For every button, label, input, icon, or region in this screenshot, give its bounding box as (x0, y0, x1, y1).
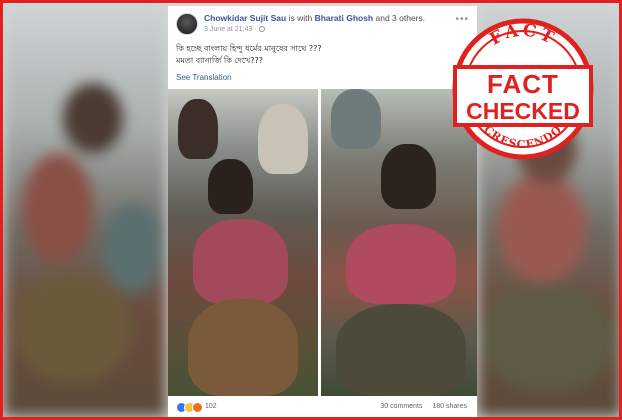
tagged-person[interactable]: Bharati Ghosh (315, 13, 374, 23)
post-photos[interactable] (168, 89, 477, 396)
blurred-left-panel (3, 3, 167, 417)
see-translation-link[interactable]: See Translation (176, 73, 232, 82)
post-timestamp[interactable]: 3 June at 21:43 · (204, 26, 265, 33)
and-others[interactable]: and 3 others. (376, 13, 426, 23)
angry-icon (192, 402, 203, 413)
avatar[interactable] (176, 13, 198, 35)
author-line: Chowkidar Sujit Sau is with Bharati Ghos… (204, 13, 425, 23)
with-text: is with (288, 13, 313, 23)
reactions-bar: 102 30 comments 180 shares (168, 399, 477, 417)
author-name[interactable]: Chowkidar Sujit Sau (204, 13, 286, 23)
stamp-checked: CHECKED (466, 98, 580, 124)
image-frame: Chowkidar Sujit Sau is with Bharati Ghos… (0, 0, 622, 420)
post-date: 3 June at 21:43 · (204, 26, 257, 33)
facebook-post: Chowkidar Sujit Sau is with Bharati Ghos… (168, 6, 477, 417)
engagement-counts: 30 comments 180 shares (380, 403, 467, 410)
comments-count[interactable]: 30 comments (380, 403, 422, 410)
fact-checked-stamp: FACT FACT CHECKED CRESCENDO (451, 10, 595, 168)
post-header: Chowkidar Sujit Sau is with Bharati Ghos… (168, 6, 477, 40)
shares-count[interactable]: 180 shares (432, 403, 467, 410)
post-text-line-2: মমতা ব্যানার্জি কি দেখে??? (176, 56, 264, 65)
post-text: কি হচ্ছে বাংলায় হিন্দু ধর্মের মানুষের স… (176, 43, 466, 67)
reaction-count[interactable]: 102 (205, 403, 217, 410)
globe-icon (258, 26, 265, 32)
stamp-fact: FACT (487, 69, 559, 99)
post-text-line-1: কি হচ্ছে বাংলায় হিন্দু ধর্মের মানুষের স… (176, 44, 322, 53)
photo-left[interactable] (168, 89, 318, 396)
